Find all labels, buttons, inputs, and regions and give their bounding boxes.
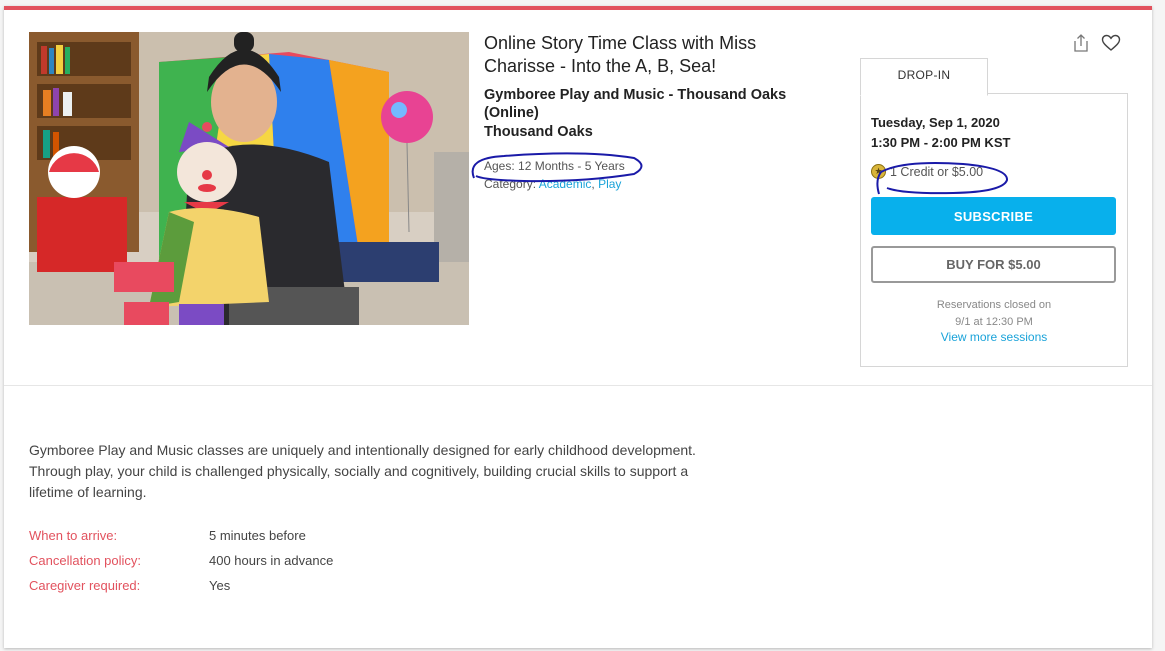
view-more-sessions-link[interactable]: View more sessions bbox=[861, 330, 1127, 344]
credit-coin-icon: ★ bbox=[871, 164, 886, 179]
category-line: Category: Academic, Play bbox=[484, 177, 621, 191]
detail-label: Cancellation policy: bbox=[29, 553, 142, 568]
session-time: 1:30 PM - 2:00 PM KST bbox=[871, 135, 1011, 150]
location-name: Thousand Oaks bbox=[484, 124, 593, 140]
class-title: Online Story Time Class with Miss Charis… bbox=[484, 33, 757, 76]
reservations-closed-note: Reservations closed on 9/1 at 12:30 PM bbox=[861, 297, 1127, 331]
detail-value: Yes bbox=[209, 578, 231, 593]
price-line: ★ 1 Credit or $5.00 bbox=[871, 164, 983, 179]
subscribe-button[interactable]: SUBSCRIBE bbox=[871, 197, 1116, 235]
class-description: Gymboree Play and Music classes are uniq… bbox=[29, 442, 696, 500]
detail-label: Caregiver required: bbox=[29, 578, 141, 593]
booking-panel: Tuesday, Sep 1, 2020 1:30 PM - 2:00 PM K… bbox=[860, 93, 1128, 367]
category-link-play[interactable]: Play bbox=[598, 177, 621, 191]
price-text: 1 Credit or $5.00 bbox=[890, 164, 984, 179]
detail-value: 5 minutes before bbox=[209, 528, 306, 543]
category-link-academic[interactable]: Academic bbox=[539, 177, 592, 191]
organization-name[interactable]: Gymboree Play and Music - Thousand Oaks … bbox=[484, 86, 824, 122]
class-photo bbox=[29, 32, 469, 325]
buy-button[interactable]: BUY FOR $5.00 bbox=[871, 246, 1116, 283]
closed-line-2: 9/1 at 12:30 PM bbox=[955, 316, 1033, 328]
section-divider bbox=[4, 385, 1152, 386]
class-detail-card: Online Story Time Class with Miss Charis… bbox=[4, 6, 1152, 648]
age-range: Ages: 12 Months - 5 Years bbox=[484, 159, 625, 173]
share-icon[interactable] bbox=[1070, 32, 1092, 54]
session-date: Tuesday, Sep 1, 2020 bbox=[871, 115, 1000, 130]
detail-value: 400 hours in advance bbox=[209, 553, 334, 568]
closed-line-1: Reservations closed on bbox=[936, 299, 1052, 311]
tab-drop-in[interactable]: DROP-IN bbox=[860, 58, 988, 96]
category-label: Category: bbox=[484, 177, 537, 191]
heart-icon[interactable] bbox=[1100, 32, 1122, 54]
detail-label: When to arrive: bbox=[29, 528, 118, 543]
